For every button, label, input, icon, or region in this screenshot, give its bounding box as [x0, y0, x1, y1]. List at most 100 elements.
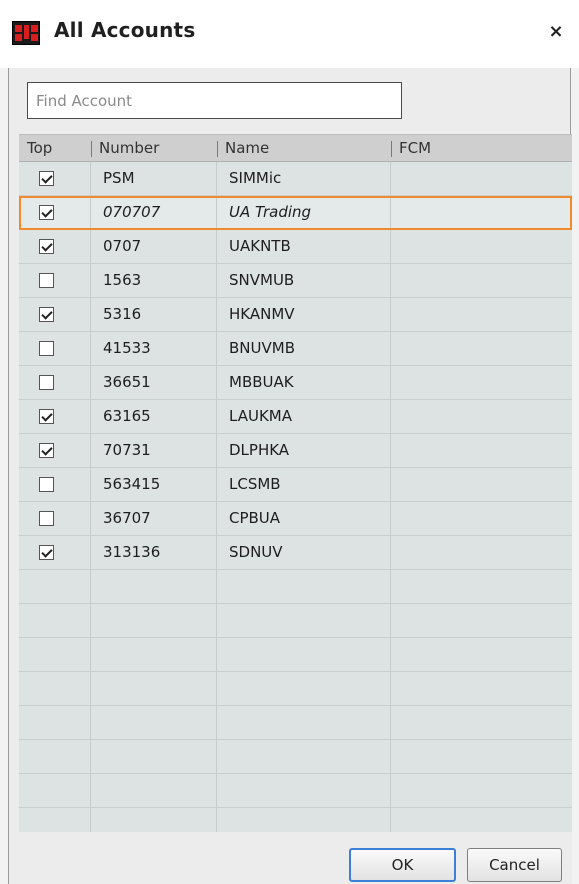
empty-cell: [19, 672, 91, 705]
top-checkbox[interactable]: [39, 477, 54, 492]
top-cell: [19, 162, 91, 195]
account-number-cell: 63165: [91, 400, 217, 433]
top-cell: [19, 502, 91, 535]
accounts-table: Top Number Name FCM PSM SIMMic 070707 UA Tr…: [19, 134, 572, 842]
column-header-name[interactable]: Name: [217, 135, 391, 161]
table-row[interactable]: 70731 DLPHKA: [19, 434, 572, 468]
table-row[interactable]: 5316 HKANMV: [19, 298, 572, 332]
account-name-cell: LAUKMA: [217, 400, 391, 433]
top-checkbox[interactable]: [39, 443, 54, 458]
account-name-cell: CPBUA: [217, 502, 391, 535]
ok-button[interactable]: OK: [349, 848, 456, 882]
top-cell: [19, 230, 91, 263]
fcm-cell: [391, 196, 572, 229]
fcm-cell: [391, 264, 572, 297]
table-row[interactable]: 313136 SDNUV: [19, 536, 572, 570]
dialog-body: Top Number Name FCM PSMSIMMic070707UA Tr…: [8, 68, 572, 884]
empty-cell: [91, 570, 217, 603]
table-row[interactable]: 36651 MBBUAK: [19, 366, 572, 400]
account-number-cell: 070707: [91, 196, 217, 229]
top-checkbox[interactable]: [39, 273, 54, 288]
empty-table-row: [19, 740, 572, 774]
empty-cell: [391, 774, 572, 807]
account-name-cell: UA Trading: [217, 196, 391, 229]
column-header-top[interactable]: Top: [19, 135, 91, 161]
title-bar[interactable]: All Accounts ×: [0, 0, 579, 68]
window-title: All Accounts: [54, 18, 196, 42]
account-number-cell: 5316: [91, 298, 217, 331]
fcm-cell: [391, 162, 572, 195]
empty-cell: [217, 740, 391, 773]
table-row[interactable]: 36707 CPBUA: [19, 502, 572, 536]
cancel-button[interactable]: Cancel: [467, 848, 562, 882]
fcm-cell: [391, 298, 572, 331]
empty-cell: [391, 604, 572, 637]
account-name-cell: SDNUV: [217, 536, 391, 569]
find-account-input[interactable]: [27, 82, 402, 119]
top-cell: [19, 332, 91, 365]
top-cell: [19, 366, 91, 399]
table-row[interactable]: 070707 UA Trading: [19, 196, 572, 230]
account-number-cell: 563415: [91, 468, 217, 501]
account-name-cell: DLPHKA: [217, 434, 391, 467]
empty-cell: [19, 604, 91, 637]
empty-cell: [91, 706, 217, 739]
empty-cell: [91, 740, 217, 773]
empty-table-row: [19, 706, 572, 740]
fcm-cell: [391, 230, 572, 263]
empty-cell: [91, 604, 217, 637]
table-row[interactable]: 63165 LAUKMA: [19, 400, 572, 434]
empty-cell: [391, 740, 572, 773]
empty-table-row: [19, 604, 572, 638]
column-header-fcm[interactable]: FCM: [391, 135, 572, 161]
fcm-cell: [391, 332, 572, 365]
empty-cell: [217, 604, 391, 637]
fcm-cell: [391, 502, 572, 535]
empty-cell: [19, 570, 91, 603]
top-checkbox[interactable]: [39, 171, 54, 186]
empty-cell: [91, 672, 217, 705]
account-name-cell: SIMMic: [217, 162, 391, 195]
close-icon[interactable]: ×: [543, 18, 569, 46]
table-row[interactable]: 0707 UAKNTB: [19, 230, 572, 264]
table-row[interactable]: 41533 BNUVMB: [19, 332, 572, 366]
account-number-cell: 36651: [91, 366, 217, 399]
empty-table-row: [19, 638, 572, 672]
top-checkbox[interactable]: [39, 511, 54, 526]
top-cell: [19, 536, 91, 569]
top-checkbox[interactable]: [39, 341, 54, 356]
top-checkbox[interactable]: [39, 307, 54, 322]
top-cell: [19, 468, 91, 501]
top-checkbox[interactable]: [39, 545, 54, 560]
empty-cell: [217, 672, 391, 705]
column-header-number[interactable]: Number: [91, 135, 217, 161]
empty-cell: [91, 774, 217, 807]
fcm-cell: [391, 468, 572, 501]
account-name-cell: UAKNTB: [217, 230, 391, 263]
account-number-cell: 313136: [91, 536, 217, 569]
top-checkbox[interactable]: [39, 409, 54, 424]
app-logo-icon: [12, 21, 40, 45]
empty-table-row: [19, 570, 572, 604]
account-number-cell: PSM: [91, 162, 217, 195]
account-name-cell: SNVMUB: [217, 264, 391, 297]
account-name-cell: LCSMB: [217, 468, 391, 501]
table-row[interactable]: 1563 SNVMUB: [19, 264, 572, 298]
empty-cell: [91, 638, 217, 671]
top-checkbox[interactable]: [39, 239, 54, 254]
table-row[interactable]: 563415 LCSMB: [19, 468, 572, 502]
table-row[interactable]: PSM SIMMic: [19, 162, 572, 196]
account-number-cell: 1563: [91, 264, 217, 297]
top-cell: [19, 400, 91, 433]
top-checkbox[interactable]: [39, 375, 54, 390]
account-number-cell: 41533: [91, 332, 217, 365]
account-number-cell: 70731: [91, 434, 217, 467]
empty-table-row: [19, 774, 572, 808]
empty-cell: [217, 774, 391, 807]
top-checkbox[interactable]: [39, 205, 54, 220]
empty-cell: [217, 638, 391, 671]
account-name-cell: MBBUAK: [217, 366, 391, 399]
top-cell: [19, 264, 91, 297]
empty-cell: [391, 706, 572, 739]
account-name-cell: HKANMV: [217, 298, 391, 331]
